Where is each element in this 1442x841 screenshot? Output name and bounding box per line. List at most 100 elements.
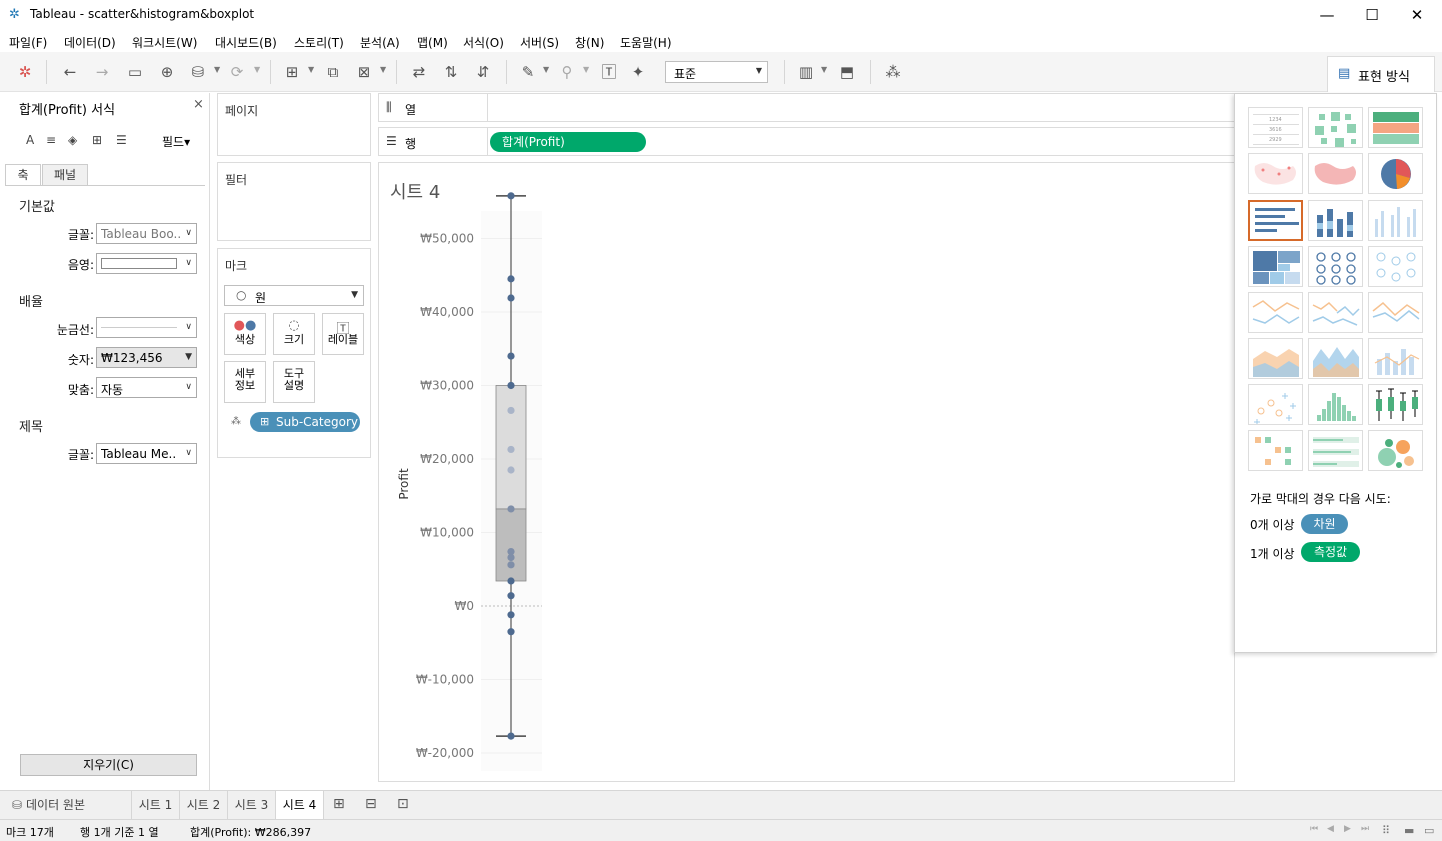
group-members-icon[interactable]: ⚲ bbox=[556, 62, 578, 82]
new-dashboard-icon[interactable]: ⊟ bbox=[365, 796, 377, 812]
minimize-button[interactable]: — bbox=[1304, 0, 1350, 30]
fit-select[interactable]: 표준 ▼ bbox=[665, 61, 768, 83]
chevron-down-icon[interactable]: ▼ bbox=[543, 65, 549, 74]
chart-bullet-graph[interactable] bbox=[1308, 430, 1363, 471]
pin-axes-icon[interactable]: ✦ bbox=[627, 62, 649, 82]
chart-lines-continuous[interactable] bbox=[1248, 292, 1303, 333]
color-button[interactable]: ●● 색상 bbox=[224, 313, 266, 355]
tab-sheet-2[interactable]: 시트 2 bbox=[180, 791, 228, 819]
new-data-source-icon[interactable]: ⊕ bbox=[156, 62, 178, 82]
menu-file[interactable]: 파일(F) bbox=[9, 34, 47, 51]
tab-data-source[interactable]: ⛁ 데이터 원본 bbox=[0, 791, 132, 819]
menu-server[interactable]: 서버(S) bbox=[520, 34, 559, 51]
title-font-select[interactable]: Tableau Me.. ∨ bbox=[96, 443, 197, 464]
chart-scatter-plot[interactable] bbox=[1248, 384, 1303, 425]
alignment-format-icon[interactable]: ≡ bbox=[46, 133, 56, 147]
font-select[interactable]: Tableau Boo.. ∨ bbox=[96, 223, 197, 244]
show-labels-icon[interactable]: 🅃 bbox=[598, 62, 620, 82]
tab-sheet-4[interactable]: 시트 4 bbox=[276, 791, 324, 819]
chart-area-continuous[interactable] bbox=[1248, 338, 1303, 379]
chevron-down-icon[interactable]: ▼ bbox=[380, 65, 386, 74]
chart-treemap[interactable] bbox=[1248, 246, 1303, 287]
rows-shelf[interactable]: ☰ 행 합계(Profit) bbox=[378, 127, 1378, 156]
chart-box-and-whisker[interactable] bbox=[1368, 384, 1423, 425]
pages-card[interactable]: 페이지 bbox=[217, 93, 371, 156]
size-button[interactable]: ◌ 크기 bbox=[273, 313, 315, 355]
chart-histogram[interactable] bbox=[1308, 384, 1363, 425]
show-filmstrip-icon[interactable]: ▬ bbox=[1404, 824, 1414, 837]
sort-descending-icon[interactable]: ⇵ bbox=[472, 62, 494, 82]
chart-gantt[interactable] bbox=[1248, 430, 1303, 471]
tooltip-button[interactable]: 도구 설명 bbox=[273, 361, 315, 403]
chart-dual-combination[interactable] bbox=[1368, 338, 1423, 379]
tableau-home-icon[interactable]: ✲ bbox=[14, 62, 36, 82]
alignment-select[interactable]: 자동 ∨ bbox=[96, 377, 197, 398]
new-story-icon[interactable]: ⊡ bbox=[397, 796, 409, 812]
chart-circle-views[interactable] bbox=[1308, 246, 1363, 287]
chart-lines-discrete[interactable] bbox=[1308, 292, 1363, 333]
clear-button[interactable]: 지우기(C) bbox=[20, 754, 197, 776]
chart-side-by-side-circles[interactable] bbox=[1368, 246, 1423, 287]
sub-category-pill[interactable]: ⊞ Sub-Category bbox=[250, 412, 360, 432]
close-icon[interactable]: × bbox=[193, 97, 204, 112]
chart-side-by-side-bars[interactable] bbox=[1368, 200, 1423, 241]
show-me-tab[interactable]: ▤ 표현 방식 bbox=[1327, 56, 1435, 92]
detail-button[interactable]: 세부 정보 bbox=[224, 361, 266, 403]
menu-format[interactable]: 서식(O) bbox=[463, 34, 504, 51]
close-window-button[interactable]: ✕ bbox=[1394, 0, 1440, 30]
undo-icon[interactable]: ← bbox=[59, 62, 81, 82]
tab-sheet-1[interactable]: 시트 1 bbox=[132, 791, 180, 819]
menu-window[interactable]: 창(N) bbox=[575, 34, 604, 51]
redo-icon[interactable]: → bbox=[91, 62, 113, 82]
last-sheet-icon[interactable]: ⏭ bbox=[1361, 824, 1369, 834]
first-sheet-icon[interactable]: ⏮ bbox=[1310, 824, 1318, 834]
chevron-down-icon[interactable]: ▼ bbox=[308, 65, 314, 74]
chevron-down-icon[interactable]: ▼ bbox=[583, 65, 589, 74]
field-dropdown[interactable]: 필드▾ bbox=[162, 133, 190, 150]
menu-map[interactable]: 맵(M) bbox=[417, 34, 448, 51]
refresh-icon[interactable]: ⟳ bbox=[226, 62, 248, 82]
shading-select[interactable]: ∨ bbox=[96, 253, 197, 274]
borders-format-icon[interactable]: ⊞ bbox=[92, 133, 102, 147]
numbers-select[interactable]: ₩123,456 ▼ bbox=[96, 347, 197, 368]
chart-packed-bubbles[interactable] bbox=[1368, 430, 1423, 471]
duplicate-sheet-icon[interactable]: ⧉ bbox=[322, 62, 344, 82]
share-icon[interactable]: ⁂ bbox=[882, 62, 904, 82]
menu-worksheet[interactable]: 워크시트(W) bbox=[132, 34, 197, 51]
shading-format-icon[interactable]: ◈ bbox=[68, 133, 77, 147]
font-format-icon[interactable]: A bbox=[26, 133, 34, 147]
chart-horizontal-bars[interactable] bbox=[1248, 200, 1303, 241]
prev-sheet-icon[interactable]: ◀ bbox=[1327, 824, 1334, 834]
tab-sheet-3[interactable]: 시트 3 bbox=[228, 791, 276, 819]
show-tabs-icon[interactable]: ▭ bbox=[1424, 824, 1434, 837]
chart-pie[interactable] bbox=[1368, 153, 1423, 194]
highlight-icon[interactable]: ✎ bbox=[517, 62, 539, 82]
tick-marks-select[interactable]: ∨ bbox=[96, 317, 197, 338]
chart-dual-lines[interactable] bbox=[1368, 292, 1423, 333]
chevron-down-icon[interactable]: ▼ bbox=[254, 65, 260, 74]
chevron-down-icon[interactable]: ▼ bbox=[214, 65, 220, 74]
menu-analysis[interactable]: 분석(A) bbox=[360, 34, 400, 51]
new-worksheet-icon[interactable]: ⊞ bbox=[281, 62, 303, 82]
filters-card[interactable]: 필터 bbox=[217, 162, 371, 241]
chart-filled-map[interactable] bbox=[1308, 153, 1363, 194]
menu-story[interactable]: 스토리(T) bbox=[294, 34, 344, 51]
swap-rows-columns-icon[interactable]: ⇄ bbox=[408, 62, 430, 82]
chevron-down-icon[interactable]: ▼ bbox=[821, 65, 827, 74]
chart-stacked-bars[interactable] bbox=[1308, 200, 1363, 241]
columns-shelf[interactable]: ⫼ 열 bbox=[378, 93, 1378, 122]
chart-text-table[interactable]: 1234 3616 2929 bbox=[1248, 107, 1303, 148]
chart-heat-map[interactable] bbox=[1308, 107, 1363, 148]
sort-ascending-icon[interactable]: ⇅ bbox=[440, 62, 462, 82]
menu-help[interactable]: 도움말(H) bbox=[620, 34, 672, 51]
mark-type-select[interactable]: ○ 원 ▼ bbox=[224, 285, 364, 306]
lines-format-icon[interactable]: ☰ bbox=[116, 133, 127, 147]
show-sheet-sorter-icon[interactable]: ⠿ bbox=[1382, 824, 1390, 837]
chart-symbol-map[interactable] bbox=[1248, 153, 1303, 194]
label-button[interactable]: 🅃 레이블 bbox=[322, 313, 364, 355]
next-sheet-icon[interactable]: ▶ bbox=[1344, 824, 1351, 834]
new-worksheet-icon[interactable]: ⊞ bbox=[333, 796, 345, 812]
presentation-mode-icon[interactable]: ⬒ bbox=[836, 62, 858, 82]
clear-sheet-icon[interactable]: ⊠ bbox=[353, 62, 375, 82]
chart-area-discrete[interactable] bbox=[1308, 338, 1363, 379]
